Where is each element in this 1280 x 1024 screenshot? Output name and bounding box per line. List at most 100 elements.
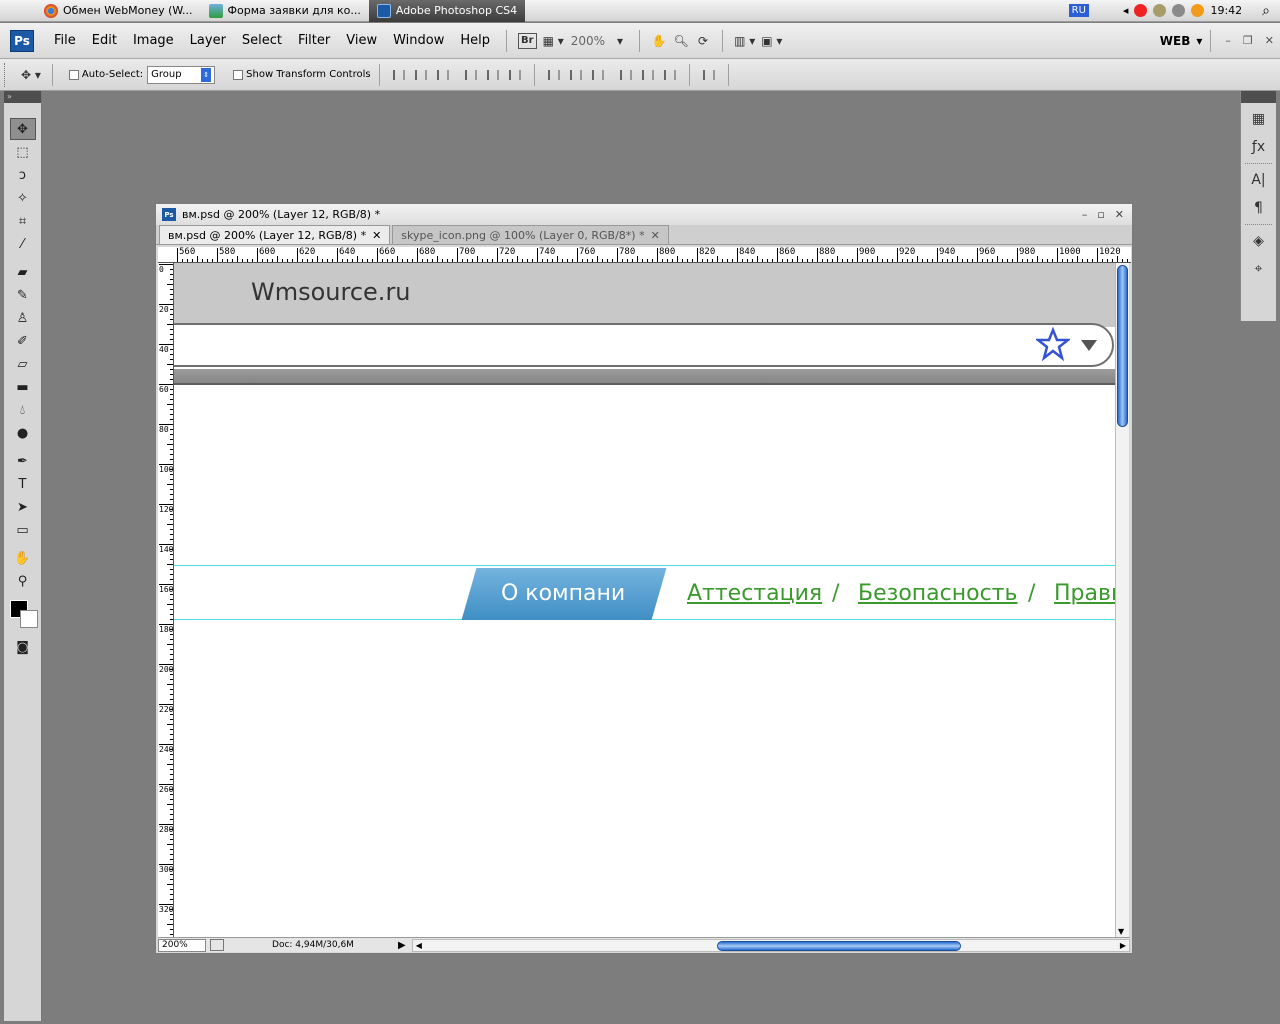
language-indicator[interactable]: RU xyxy=(1068,4,1089,17)
blur-tool-icon[interactable]: 💧︎ xyxy=(10,399,36,421)
align-right-icon[interactable] xyxy=(506,67,524,83)
lasso-tool-icon[interactable]: ↄ xyxy=(10,164,36,186)
dodge-tool-icon[interactable]: ● xyxy=(10,422,36,444)
rotate-view-icon[interactable]: ⟳ xyxy=(692,30,714,52)
menu-layer[interactable]: Layer xyxy=(182,23,234,59)
workspace-switcher[interactable]: WEB ▾ xyxy=(1160,34,1203,48)
tab-skype-icon[interactable]: skype_icon.png @ 100% (Layer 0, RGB/8*) … xyxy=(392,225,669,244)
eraser-tool-icon[interactable]: ▱ xyxy=(10,353,36,375)
minimize-icon[interactable]: – xyxy=(1219,34,1237,47)
search-icon[interactable]: ⌕ xyxy=(1262,3,1270,19)
history-brush-tool-icon[interactable]: ✐ xyxy=(10,330,36,352)
tray-app-icon[interactable] xyxy=(1153,4,1167,17)
tab-close-icon[interactable]: ✕ xyxy=(372,229,381,242)
layers-panel-icon[interactable]: ◈ xyxy=(1245,229,1273,253)
transform-controls-toggle[interactable]: Show Transform Controls xyxy=(233,69,371,80)
close-icon[interactable]: ✕ xyxy=(1259,34,1280,47)
status-zoom-field[interactable]: 200% xyxy=(158,938,206,952)
scroll-right-arrow-icon[interactable]: ▶ xyxy=(1120,940,1126,952)
taskbar-tab-photoshop[interactable]: Adobe Photoshop CS4 xyxy=(368,0,526,22)
view-extras-button[interactable]: ▦ ▾ xyxy=(540,30,567,52)
vertical-scrollbar[interactable]: ▼ xyxy=(1115,263,1129,937)
path-selection-tool-icon[interactable]: ➤ xyxy=(10,496,36,518)
auto-select-checkbox[interactable] xyxy=(68,69,79,80)
document-title-bar[interactable]: Ps вм.psd @ 200% (Layer 12, RGB/8) * – ▫… xyxy=(156,204,1132,225)
canvas[interactable]: Wmsource.ru О компани Аттестация / Безоп… xyxy=(174,263,1115,937)
marquee-tool-icon[interactable]: ⬚ xyxy=(10,141,36,163)
distribute-hcenter-icon[interactable] xyxy=(639,67,657,83)
taskbar-tab-webmoney[interactable]: Обмен WebMoney (W... xyxy=(36,0,201,22)
zoom-level[interactable]: 200% xyxy=(567,34,609,48)
clone-stamp-tool-icon[interactable]: ♙ xyxy=(10,307,36,329)
arrange-documents-button[interactable]: ▥ ▾ xyxy=(731,30,758,52)
tab-vm-psd[interactable]: вм.psd @ 200% (Layer 12, RGB/8) * ✕ xyxy=(159,225,391,244)
horizontal-ruler[interactable]: 560 580 600 620 640 660 680 700 720 740 760 780 800 8… xyxy=(173,247,1131,263)
restore-icon[interactable]: ❐ xyxy=(1237,34,1259,47)
quick-mask-icon[interactable]: ◙ xyxy=(10,636,36,658)
menu-file[interactable]: File xyxy=(46,23,84,59)
align-vcenter-icon[interactable] xyxy=(412,67,430,83)
scroll-down-arrow-icon[interactable]: ▼ xyxy=(1118,927,1124,936)
type-tool-icon[interactable]: T xyxy=(10,473,36,495)
eyedropper-tool-icon[interactable]: ⁄ xyxy=(10,233,36,255)
magic-wand-tool-icon[interactable]: ✧ xyxy=(10,187,36,209)
paths-panel-icon[interactable]: ⌖ xyxy=(1245,257,1273,281)
screen-mode-button[interactable]: ▣ ▾ xyxy=(758,30,785,52)
ruler-origin[interactable] xyxy=(158,247,174,263)
tools-panel-header[interactable]: » xyxy=(4,91,41,103)
auto-select-toggle[interactable]: Auto-Select: xyxy=(68,69,143,80)
brush-tool-icon[interactable]: ✎ xyxy=(10,284,36,306)
tray-app-icon-3[interactable] xyxy=(1191,4,1205,17)
doc-minimize-icon[interactable]: – xyxy=(1082,208,1088,221)
move-tool-icon[interactable]: ✥ xyxy=(9,118,36,140)
color-swatches[interactable] xyxy=(6,596,40,632)
background-color[interactable] xyxy=(19,610,38,628)
tab-close-icon[interactable]: ✕ xyxy=(651,229,660,242)
align-left-icon[interactable] xyxy=(462,67,480,83)
zoom-dropdown-icon[interactable]: ▾ xyxy=(609,30,631,52)
doc-close-icon[interactable]: ✕ xyxy=(1115,208,1124,221)
zoom-tool-icon[interactable]: ⚲ xyxy=(10,570,36,592)
menu-window[interactable]: Window xyxy=(385,23,452,59)
menu-view[interactable]: View xyxy=(338,23,385,59)
taskbar-tab-form[interactable]: Форма заявки для ко... xyxy=(201,0,369,22)
tray-arrow-icon[interactable]: ◂ xyxy=(1123,4,1129,17)
horizontal-scroll-thumb[interactable] xyxy=(716,940,961,951)
bridge-button[interactable]: Br xyxy=(515,30,540,52)
menu-edit[interactable]: Edit xyxy=(84,23,125,59)
tray-app-icon-2[interactable] xyxy=(1172,4,1186,17)
menu-filter[interactable]: Filter xyxy=(290,23,338,59)
vertical-ruler[interactable]: 0 20 40 60 80 100 120 140 160 180 200 220 240 260 280 3… xyxy=(158,263,174,937)
distribute-bottom-icon[interactable] xyxy=(589,67,607,83)
swatches-panel-icon[interactable]: ▦ xyxy=(1245,107,1273,131)
hand-tool-icon[interactable]: ✋ xyxy=(10,547,36,569)
options-grip[interactable] xyxy=(4,62,10,87)
distribute-top-icon[interactable] xyxy=(545,67,563,83)
auto-select-dropdown[interactable]: Group ⇕ xyxy=(147,65,216,84)
distribute-right-icon[interactable] xyxy=(661,67,679,83)
doc-maximize-icon[interactable]: ▫ xyxy=(1097,208,1104,221)
character-panel-icon[interactable]: A| xyxy=(1245,168,1273,192)
dock-header[interactable] xyxy=(1241,91,1276,103)
horizontal-scrollbar[interactable]: ◀ ▶ xyxy=(411,938,1130,952)
align-hcenter-icon[interactable] xyxy=(484,67,502,83)
menu-image[interactable]: Image xyxy=(125,23,182,59)
status-info-icon[interactable] xyxy=(210,939,224,951)
align-top-icon[interactable] xyxy=(390,67,408,83)
vertical-scroll-thumb[interactable] xyxy=(1117,265,1128,427)
hand-tool-icon[interactable]: ✋ xyxy=(648,30,670,52)
transform-controls-checkbox[interactable] xyxy=(233,69,244,80)
healing-brush-tool-icon[interactable]: ▰ xyxy=(10,261,36,283)
shape-tool-icon[interactable]: ▭ xyxy=(10,519,36,541)
align-bottom-icon[interactable] xyxy=(434,67,452,83)
paragraph-panel-icon[interactable]: ¶ xyxy=(1245,196,1273,220)
distribute-left-icon[interactable] xyxy=(617,67,635,83)
status-menu-arrow-icon[interactable]: ▶ xyxy=(398,940,406,951)
distribute-vcenter-icon[interactable] xyxy=(567,67,585,83)
menu-help[interactable]: Help xyxy=(452,23,498,59)
move-tool-preset-button[interactable]: ✥ ▾ xyxy=(18,64,44,86)
styles-panel-icon[interactable]: ƒx xyxy=(1245,135,1273,159)
scroll-left-arrow-icon[interactable]: ◀ xyxy=(416,940,422,952)
skype-tray-icon[interactable] xyxy=(1134,4,1148,17)
gradient-tool-icon[interactable]: ▬ xyxy=(10,376,36,398)
